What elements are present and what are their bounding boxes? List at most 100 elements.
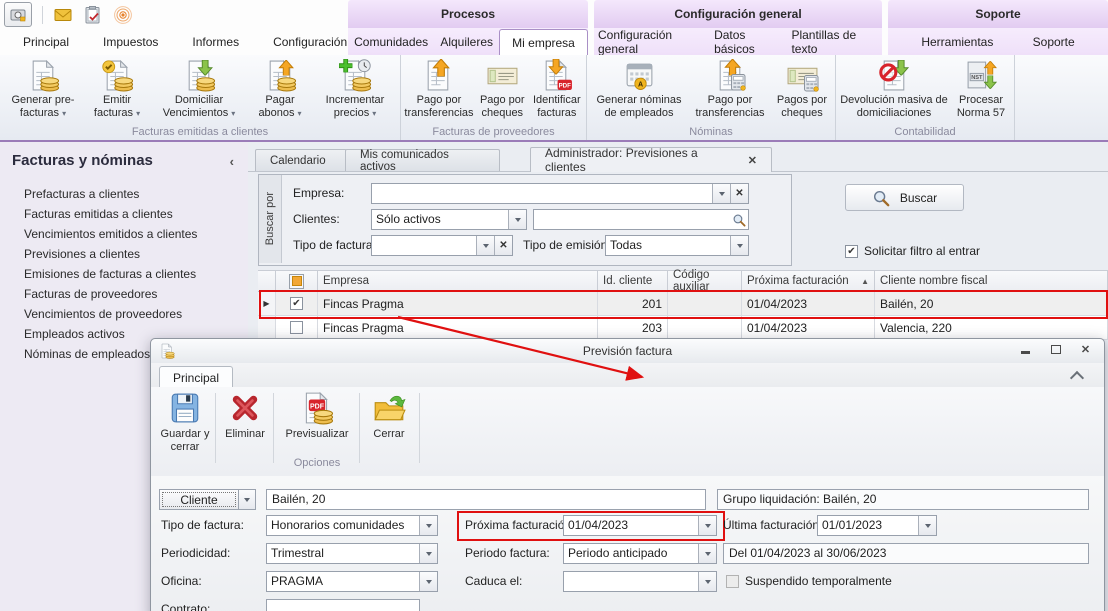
close-tab-icon[interactable]: ✕ bbox=[748, 154, 757, 167]
cell-empresa[interactable]: Fincas Pragma bbox=[318, 292, 598, 316]
tab-previsiones-clientes-active[interactable]: Administrador: Previsiones a clientes ✕ bbox=[530, 147, 772, 172]
clientes-mode-value[interactable]: Sólo activos bbox=[372, 210, 508, 229]
domiciliar-vencimientos-button[interactable]: Domiciliar Vencimientos▾ bbox=[153, 57, 245, 120]
col-proxima-facturacion[interactable]: Próxima facturación▲ bbox=[742, 270, 875, 292]
tipo-factura-combo[interactable]: ✕ bbox=[371, 235, 513, 256]
tab-alquileres[interactable]: Alquileres bbox=[434, 28, 499, 55]
periodicidad-value[interactable]: Trimestral bbox=[267, 544, 419, 563]
generar-nominas-button[interactable]: Generar nóminas de empleados bbox=[590, 57, 688, 119]
tipo-factura-value[interactable]: Honorarios comunidades bbox=[267, 516, 419, 535]
dropdown-arrow-icon[interactable] bbox=[918, 516, 936, 535]
ultima-facturacion-value[interactable]: 01/01/2023 bbox=[818, 516, 918, 535]
dropdown-arrow-icon[interactable] bbox=[419, 572, 437, 591]
clientes-search-input[interactable] bbox=[533, 209, 749, 230]
proxima-facturacion-combo[interactable]: 01/04/2023 bbox=[563, 515, 717, 536]
minimize-icon[interactable] bbox=[1017, 342, 1034, 357]
dropdown-arrow-icon[interactable] bbox=[698, 572, 716, 591]
sidebar-collapse-icon[interactable]: ‹ bbox=[230, 154, 234, 169]
previsualizar-button[interactable]: Previsualizar bbox=[277, 391, 357, 441]
contrato-input[interactable] bbox=[266, 599, 420, 611]
clientes-search-value[interactable] bbox=[534, 210, 729, 229]
tasks-clipboard-icon[interactable] bbox=[83, 5, 103, 25]
cliente-value-field[interactable]: Bailén, 20 bbox=[266, 489, 706, 510]
cliente-split-button[interactable]: Cliente bbox=[159, 489, 256, 510]
cell-codigo-auxiliar[interactable] bbox=[668, 316, 742, 340]
pago-transferencias-nominas-button[interactable]: Pago por transferencias bbox=[691, 57, 769, 119]
guardar-cerrar-button[interactable]: Guardar y cerrar bbox=[159, 391, 211, 453]
select-all-header[interactable] bbox=[276, 270, 318, 292]
sidebar-item-vencimientos-proveedores[interactable]: Vencimientos de proveedores bbox=[24, 304, 197, 324]
tab-informes[interactable]: Informes bbox=[175, 28, 256, 55]
empresa-combo[interactable]: ✕ bbox=[371, 183, 749, 204]
cell-id-cliente[interactable]: 203 bbox=[598, 316, 668, 340]
clear-icon[interactable]: ✕ bbox=[494, 236, 512, 255]
app-menu-button[interactable] bbox=[4, 2, 32, 27]
dialog-tab-principal[interactable]: Principal bbox=[159, 366, 233, 388]
tab-soporte[interactable]: Soporte bbox=[1027, 28, 1081, 55]
caduca-value[interactable] bbox=[564, 572, 698, 591]
dropdown-arrow-icon[interactable] bbox=[698, 544, 716, 563]
table-row[interactable]: Fincas Pragma 203 01/04/2023 Valencia, 2… bbox=[258, 316, 1108, 340]
caduca-combo[interactable] bbox=[563, 571, 717, 592]
pagos-cheques-nominas-button[interactable]: Pagos por cheques bbox=[772, 57, 832, 119]
pago-transferencias-button[interactable]: Pago por transferencias bbox=[401, 57, 477, 119]
devolucion-masiva-button[interactable]: Devolución masiva de domiciliaciones bbox=[840, 57, 948, 119]
incrementar-precios-button[interactable]: Incrementar precios▾ bbox=[315, 57, 395, 120]
solicitar-filtro-checkbox[interactable]: ✔ bbox=[845, 245, 858, 258]
tipo-factura-value[interactable] bbox=[372, 236, 476, 255]
oficina-value[interactable]: PRAGMA bbox=[267, 572, 419, 591]
clear-icon[interactable]: ✕ bbox=[730, 184, 748, 203]
row-checkbox-cell[interactable] bbox=[276, 316, 318, 340]
pagar-abonos-button[interactable]: Pagar abonos▾ bbox=[250, 57, 310, 120]
sidebar-item-facturas-proveedores[interactable]: Facturas de proveedores bbox=[24, 284, 197, 304]
sidebar-item-prefacturas[interactable]: Prefacturas a clientes bbox=[24, 184, 197, 204]
buscar-button[interactable]: Buscar bbox=[845, 184, 964, 211]
periodicidad-combo[interactable]: Trimestral bbox=[266, 543, 438, 564]
row-checkbox-checked[interactable]: ✔ bbox=[290, 297, 303, 310]
tab-mis-comunicados[interactable]: Mis comunicados activos bbox=[345, 149, 500, 171]
tab-configuracion-general[interactable]: Configuración general bbox=[594, 28, 710, 55]
cell-proxima-facturacion[interactable]: 01/04/2023 bbox=[742, 292, 875, 316]
dropdown-arrow-icon[interactable] bbox=[419, 544, 437, 563]
eliminar-button[interactable]: Eliminar bbox=[219, 391, 271, 441]
empresa-value[interactable] bbox=[372, 184, 712, 203]
tipo-emision-combo[interactable]: Todas bbox=[605, 235, 749, 256]
close-icon[interactable]: ✕ bbox=[1077, 342, 1094, 357]
cell-cliente-nombre-fiscal[interactable]: Bailén, 20 bbox=[875, 292, 1108, 316]
collapse-ribbon-icon[interactable] bbox=[1070, 371, 1084, 385]
tab-calendario[interactable]: Calendario bbox=[255, 149, 347, 171]
dropdown-arrow-icon[interactable] bbox=[476, 236, 494, 255]
sidebar-item-facturas-emitidas[interactable]: Facturas emitidas a clientes bbox=[24, 204, 197, 224]
oficina-combo[interactable]: PRAGMA bbox=[266, 571, 438, 592]
dropdown-arrow-icon[interactable] bbox=[419, 516, 437, 535]
cliente-button-label[interactable]: Cliente bbox=[159, 489, 239, 510]
tab-herramientas[interactable]: Herramientas bbox=[915, 28, 999, 55]
search-icon[interactable] bbox=[732, 213, 746, 227]
select-all-checkbox[interactable] bbox=[289, 274, 304, 289]
dropdown-arrow-icon[interactable] bbox=[239, 489, 256, 510]
tipo-factura-combo[interactable]: Honorarios comunidades bbox=[266, 515, 438, 536]
clientes-mode-combo[interactable]: Sólo activos bbox=[371, 209, 527, 230]
row-checkbox-unchecked[interactable] bbox=[290, 321, 303, 334]
tipo-emision-value[interactable]: Todas bbox=[606, 236, 730, 255]
cell-empresa[interactable]: Fincas Pragma bbox=[318, 316, 598, 340]
tab-mi-empresa-selected[interactable]: Mi empresa bbox=[499, 29, 588, 56]
identificar-facturas-button[interactable]: Identificar facturas bbox=[528, 57, 586, 119]
procesar-norma57-button[interactable]: Procesar Norma 57 bbox=[952, 57, 1010, 119]
broadcast-icon[interactable] bbox=[113, 5, 133, 25]
cell-proxima-facturacion[interactable]: 01/04/2023 bbox=[742, 316, 875, 340]
emitir-facturas-button[interactable]: Emitir facturas▾ bbox=[86, 57, 148, 120]
cell-codigo-auxiliar[interactable] bbox=[668, 292, 742, 316]
cell-id-cliente[interactable]: 201 bbox=[598, 292, 668, 316]
tab-comunidades[interactable]: Comunidades bbox=[348, 28, 434, 55]
periodo-factura-value[interactable]: Periodo anticipado bbox=[564, 544, 698, 563]
suspendido-checkbox[interactable] bbox=[726, 575, 739, 588]
col-codigo-auxiliar[interactable]: Código auxiliar bbox=[668, 270, 742, 292]
row-checkbox-cell[interactable]: ✔ bbox=[276, 292, 318, 316]
col-id-cliente[interactable]: Id. cliente bbox=[598, 270, 668, 292]
dropdown-arrow-icon[interactable] bbox=[730, 236, 748, 255]
dropdown-arrow-icon[interactable] bbox=[698, 516, 716, 535]
tab-impuestos[interactable]: Impuestos bbox=[86, 28, 175, 55]
tab-datos-basicos[interactable]: Datos básicos bbox=[710, 28, 787, 55]
col-cliente-nombre-fiscal[interactable]: Cliente nombre fiscal bbox=[875, 270, 1108, 292]
